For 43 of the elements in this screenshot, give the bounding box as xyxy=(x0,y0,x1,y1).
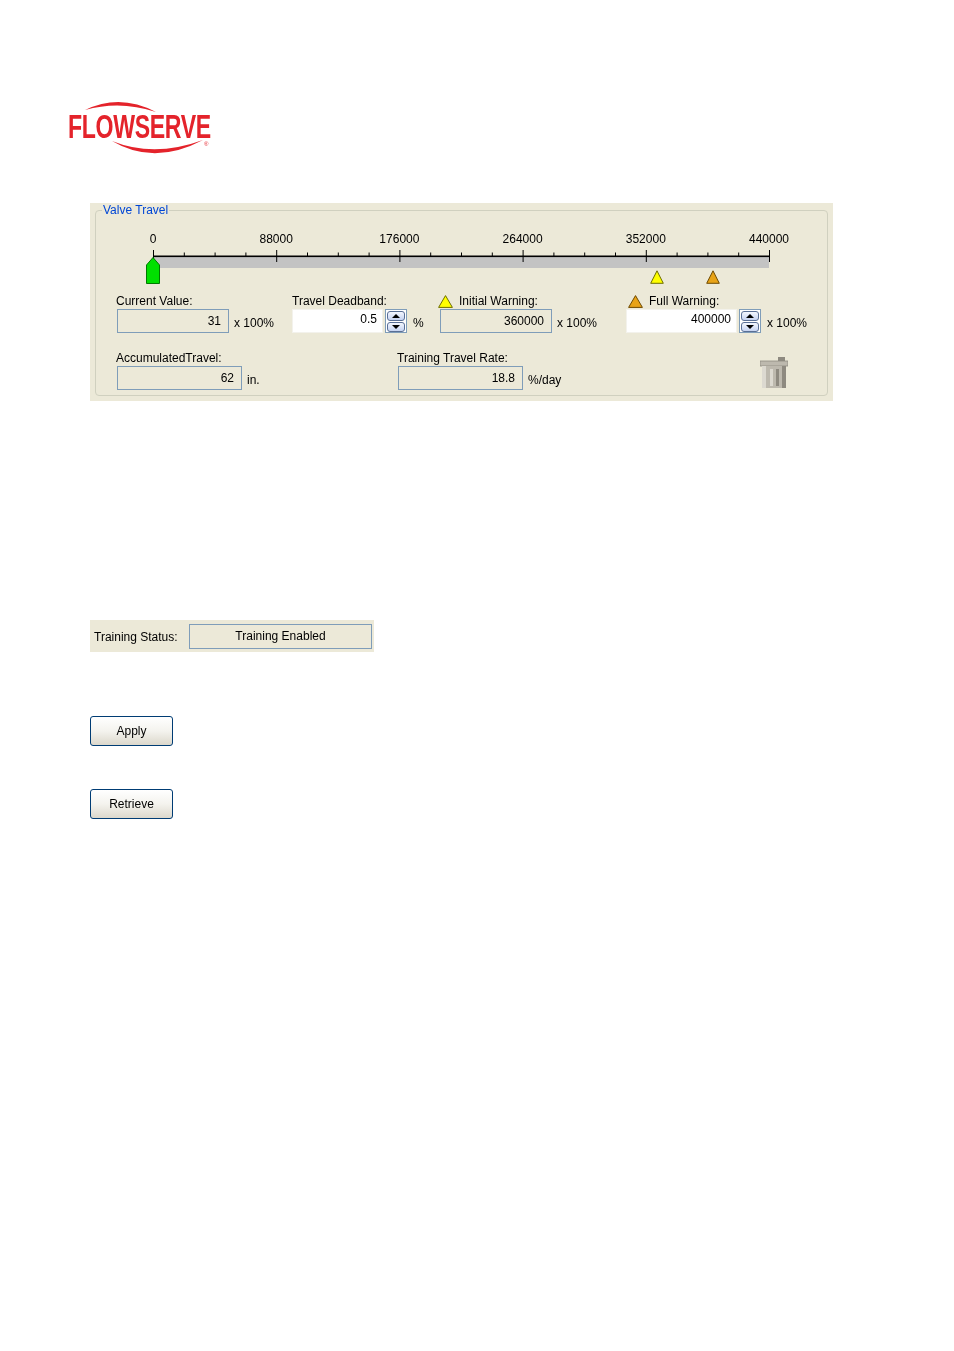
unit-label: x 100% xyxy=(557,316,598,330)
triangle-marker-icon[interactable] xyxy=(705,270,720,284)
unit-label: %/day xyxy=(528,373,562,387)
field-label: Initial Warning: xyxy=(459,294,538,308)
tick-label: 440000 xyxy=(749,232,789,246)
unit-label: in. xyxy=(247,373,260,387)
caret-down-icon xyxy=(392,324,400,329)
spinner[interactable] xyxy=(739,309,761,333)
field-label: Travel Deadband: xyxy=(292,294,387,308)
field-label: Full Warning: xyxy=(649,294,720,308)
tick-label: 88000 xyxy=(259,232,293,246)
spinner[interactable] xyxy=(385,309,407,333)
action-button[interactable]: Apply xyxy=(90,716,173,746)
tick-label: 352000 xyxy=(625,232,666,246)
tick-label: 0 xyxy=(149,232,157,246)
tick-label: 176000 xyxy=(379,232,420,246)
tick-label: 264000 xyxy=(502,232,543,246)
logo-upper-arc-drawing xyxy=(85,101,157,113)
field-label: AccumulatedTravel: xyxy=(116,351,222,365)
logo-text: FLOWSERVE xyxy=(68,113,211,139)
value-field: 31 xyxy=(117,309,229,333)
spin-down-button[interactable] xyxy=(741,321,759,332)
caret-down-icon xyxy=(746,324,754,329)
spin-down-button[interactable] xyxy=(387,321,405,332)
status-field: Training Enabled xyxy=(189,623,372,649)
input-field[interactable]: 0.5 xyxy=(292,309,383,333)
unit-label: x 100% xyxy=(767,316,808,330)
unit-label: x 100% xyxy=(234,316,275,330)
field-label: Training Travel Rate: xyxy=(397,351,508,365)
caret-up-icon xyxy=(392,313,400,318)
value-field: 62 xyxy=(117,366,242,390)
input-field[interactable]: 400000 xyxy=(626,309,737,333)
field-label: Current Value: xyxy=(116,294,193,308)
group-title: Valve Travel xyxy=(102,203,170,217)
status-label: Training Status: xyxy=(94,630,179,644)
action-button[interactable]: Retrieve xyxy=(90,789,173,819)
value-field: 18.8 xyxy=(398,366,523,390)
spin-up-button[interactable] xyxy=(741,310,759,321)
value-field: 360000 xyxy=(440,309,552,333)
triangle-marker-icon[interactable] xyxy=(649,270,664,284)
caret-up-icon xyxy=(746,313,754,318)
spin-up-button[interactable] xyxy=(387,310,405,321)
unit-label: % xyxy=(413,316,424,330)
